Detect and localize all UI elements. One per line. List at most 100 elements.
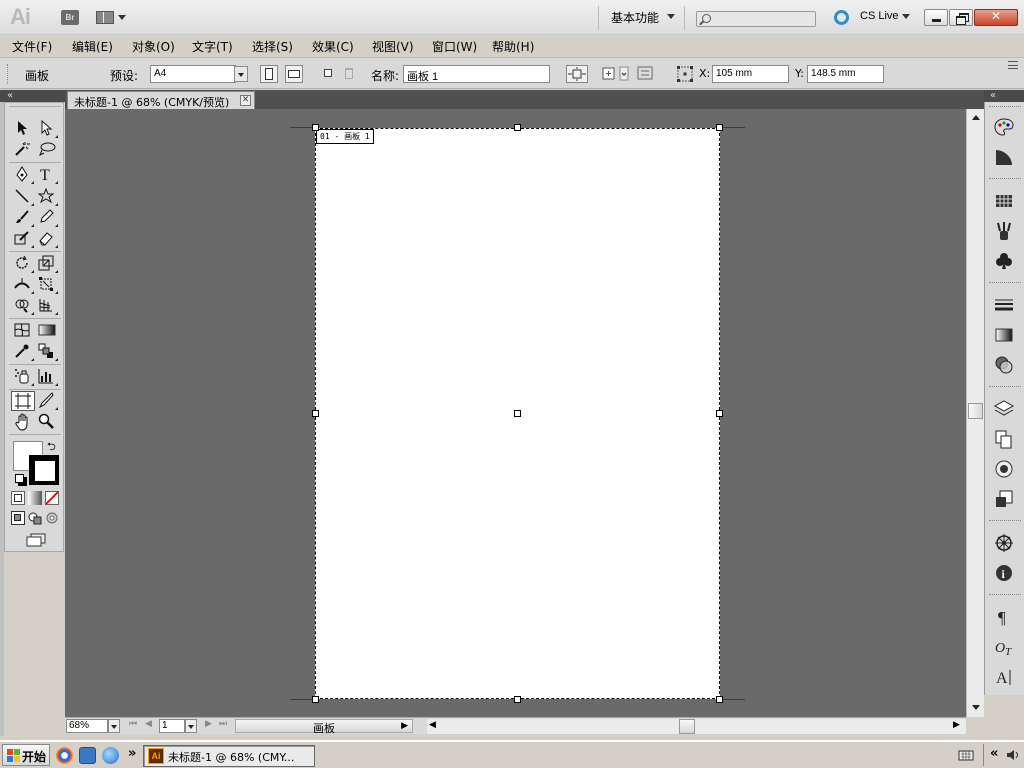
reference-point-button[interactable]	[676, 65, 694, 83]
artboard-number-field[interactable]: 1	[159, 719, 185, 733]
symbol-sprayer-tool[interactable]	[11, 367, 35, 387]
start-button[interactable]: 开始	[2, 744, 50, 766]
minimize-button[interactable]	[924, 9, 948, 26]
artboard-name-field[interactable]: 画板 1	[403, 65, 550, 83]
scroll-right-icon[interactable]: ▶	[953, 720, 960, 730]
default-fill-stroke-icon[interactable]	[15, 474, 27, 486]
hand-tool[interactable]	[11, 412, 35, 432]
collapse-icon[interactable]: «	[7, 90, 13, 102]
magic-wand-tool[interactable]	[11, 140, 35, 160]
zoom-level-field[interactable]: 68%	[66, 719, 108, 733]
expand-panels-icon[interactable]: «	[990, 90, 996, 102]
taskbar-illustrator-window[interactable]: Ai 未标题-1 @ 68% (CMY...	[143, 745, 315, 767]
graphic-styles-panel-icon[interactable]	[993, 488, 1015, 510]
artboard-tool[interactable]	[11, 391, 35, 411]
panel-grip[interactable]	[989, 386, 1021, 389]
draw-behind-button[interactable]	[28, 511, 42, 525]
gradient-panel-icon[interactable]	[993, 324, 1015, 346]
panel-grip[interactable]	[989, 106, 1021, 109]
star-tool[interactable]	[35, 187, 59, 207]
column-graph-tool[interactable]	[35, 367, 59, 387]
pencil-tool[interactable]	[35, 208, 59, 228]
menu-window[interactable]: 窗口(W)	[432, 38, 477, 55]
eyedropper-tool[interactable]	[11, 342, 35, 362]
internet-explorer-icon[interactable]	[102, 747, 119, 764]
horizontal-scroll-thumb[interactable]	[679, 719, 695, 734]
cs-live-menu[interactable]: CS Live	[860, 10, 899, 22]
perspective-grid-tool[interactable]	[35, 296, 59, 316]
paintbrush-tool[interactable]	[11, 208, 35, 228]
vertical-scroll-thumb[interactable]	[968, 403, 983, 419]
artboard-handle-bottom-right[interactable]	[716, 696, 723, 703]
volume-icon[interactable]	[1006, 748, 1020, 762]
cs-live-icon[interactable]	[834, 10, 849, 25]
symbols-panel-icon[interactable]	[993, 250, 1015, 272]
vertical-scrollbar[interactable]	[966, 109, 984, 717]
character-panel-icon[interactable]: A	[993, 666, 1015, 688]
brushes-panel-icon[interactable]	[993, 220, 1015, 242]
tools-panel-header[interactable]: «	[0, 90, 65, 102]
preset-select[interactable]: A4	[150, 65, 236, 83]
screen-mode-button[interactable]	[22, 531, 48, 551]
chrome-icon[interactable]	[56, 747, 73, 764]
eraser-tool[interactable]	[35, 229, 59, 249]
last-artboard-icon[interactable]: ⏭	[219, 719, 227, 729]
swatches-panel-icon[interactable]	[993, 190, 1015, 212]
color-mode-button[interactable]	[11, 491, 25, 505]
free-transform-tool[interactable]	[35, 275, 59, 295]
navigator-panel-icon[interactable]	[993, 532, 1015, 554]
appearance-panel-icon[interactable]	[993, 458, 1015, 480]
menu-edit[interactable]: 编辑(E)	[72, 38, 113, 55]
blob-brush-tool[interactable]	[11, 229, 35, 249]
portrait-button[interactable]	[260, 65, 278, 83]
artboards-panel-icon[interactable]	[993, 428, 1015, 450]
y-position-field[interactable]: 148.5 mm	[807, 65, 884, 83]
scroll-up-button[interactable]	[968, 110, 984, 126]
arrange-documents-button[interactable]	[96, 10, 128, 26]
artboard-number-dropdown[interactable]	[185, 719, 197, 733]
panel-menu-icon[interactable]	[1008, 61, 1018, 69]
previous-artboard-icon[interactable]: ◀	[145, 719, 152, 729]
artboard-center-mark[interactable]	[514, 410, 521, 417]
menu-file[interactable]: 文件(F)	[12, 38, 52, 55]
status-text-menu[interactable]: 画板 ▶	[235, 719, 413, 735]
panel-grip[interactable]	[989, 594, 1021, 597]
canvas[interactable]: 01 - 画板 1	[65, 109, 966, 717]
chevron-down-icon[interactable]	[667, 14, 675, 19]
tray-collapse-icon[interactable]: «	[990, 746, 998, 761]
menu-view[interactable]: 视图(V)	[372, 38, 414, 55]
rotate-tool[interactable]	[11, 254, 35, 274]
color-guide-panel-icon[interactable]	[993, 146, 1015, 168]
close-tab-icon[interactable]: ✕	[240, 95, 251, 106]
show-center-mark-button[interactable]	[637, 65, 655, 83]
bridge-button[interactable]: Br	[61, 10, 79, 25]
scroll-down-button[interactable]	[968, 699, 984, 715]
shape-builder-tool[interactable]	[11, 296, 35, 316]
artboard-handle-bottom[interactable]	[514, 696, 521, 703]
width-tool[interactable]	[11, 275, 35, 295]
restore-button[interactable]	[949, 9, 973, 26]
menu-effect[interactable]: 效果(C)	[312, 38, 354, 55]
quick-launch-more[interactable]: »	[128, 746, 136, 761]
stroke-panel-icon[interactable]	[993, 294, 1015, 316]
color-panel-icon[interactable]	[993, 116, 1015, 138]
gradient-tool[interactable]	[35, 321, 59, 341]
mesh-tool[interactable]	[11, 321, 35, 341]
menu-help[interactable]: 帮助(H)	[492, 38, 534, 55]
menu-object[interactable]: 对象(O)	[132, 38, 175, 55]
panel-grip[interactable]	[989, 520, 1021, 523]
close-button[interactable]	[974, 9, 1018, 26]
draw-inside-button[interactable]	[45, 511, 59, 525]
blend-tool[interactable]	[35, 342, 59, 362]
panel-grip[interactable]	[989, 178, 1021, 181]
zoom-tool[interactable]	[35, 412, 59, 432]
artboard-handle-bottom-left[interactable]	[312, 696, 319, 703]
layers-panel-icon[interactable]	[993, 398, 1015, 420]
none-mode-button[interactable]	[45, 491, 59, 505]
gradient-mode-button[interactable]	[28, 491, 42, 505]
paragraph-panel-icon[interactable]: ¶	[993, 606, 1015, 628]
artboard-handle-left[interactable]	[312, 410, 319, 417]
draw-normal-button[interactable]	[11, 511, 25, 525]
direct-selection-tool[interactable]	[35, 119, 59, 139]
artboard-handle-top[interactable]	[514, 124, 521, 131]
